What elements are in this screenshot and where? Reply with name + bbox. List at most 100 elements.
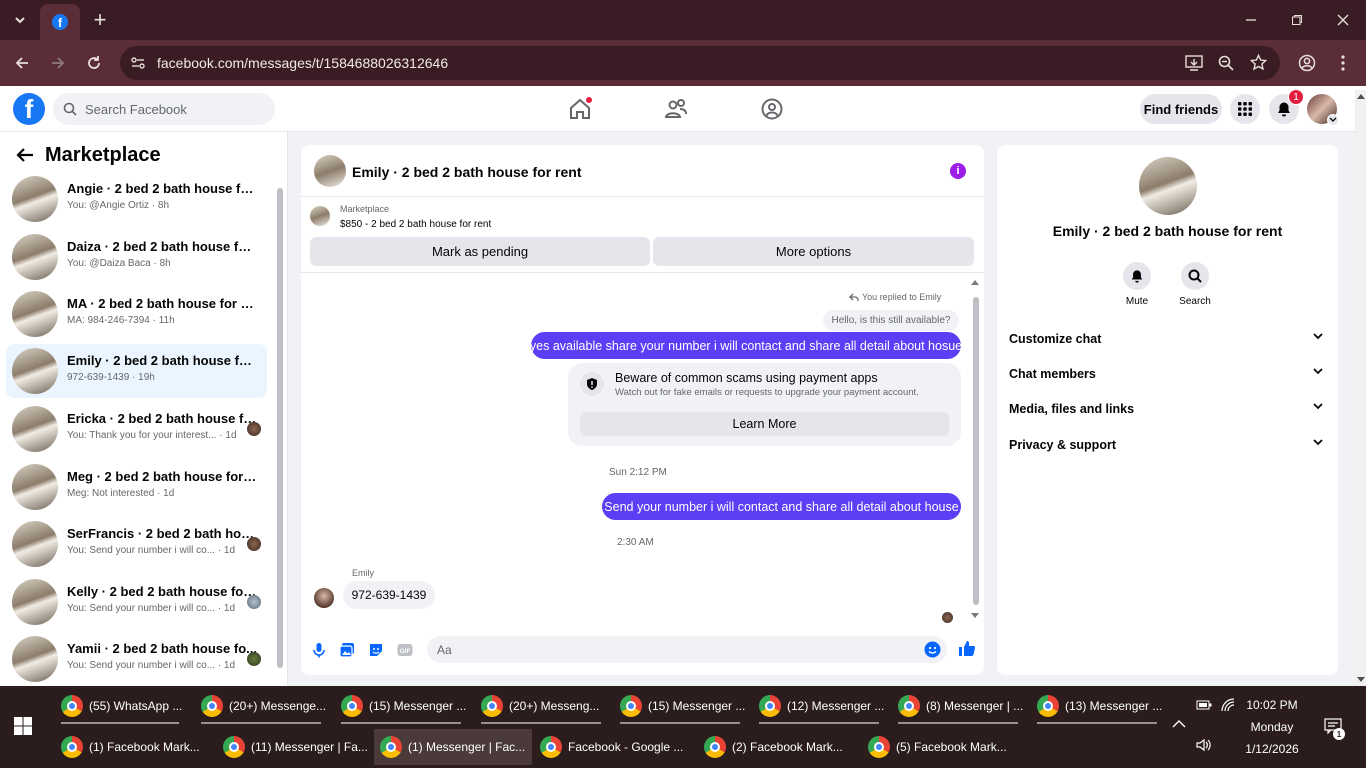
conversation-item[interactable]: Ericka · 2 bed 2 bath house fo... You: T… [6,402,267,456]
outgoing-message[interactable]: Send your number i will contact and shar… [602,493,961,520]
chat-members-section[interactable]: Chat members [1009,367,1329,381]
back-icon[interactable] [10,51,34,75]
seen-avatar [942,612,953,623]
conversation-item-active[interactable]: Emily · 2 bed 2 bath house for r... 972-… [6,344,267,398]
incoming-message[interactable]: 972-639-1439 [343,581,435,609]
forward-icon[interactable] [46,51,70,75]
page-scrollbar[interactable] [1355,90,1366,686]
taskbar-window[interactable]: (20+) Messeng... [475,688,607,724]
bookmark-star-icon[interactable] [1250,54,1267,71]
conversation-item[interactable]: Angie · 2 bed 2 bath house for r... You:… [6,172,267,226]
conversation-item[interactable]: MA · 2 bed 2 bath house for rent MA: 984… [6,287,267,341]
windows-start-icon[interactable] [14,717,32,735]
taskbar-window[interactable]: (55) WhatsApp ... [55,688,185,724]
mute-button[interactable]: Mute [1107,262,1167,307]
mark-pending-button[interactable]: Mark as pending [310,237,650,266]
groups-icon[interactable] [759,96,785,122]
search-in-chat-button[interactable]: Search [1165,262,1225,307]
chevron-up-icon[interactable] [1172,719,1190,737]
restore-icon[interactable] [1284,7,1310,33]
emoji-icon[interactable] [924,641,941,658]
conversation-preview: MA: 984-246-7394 · 11h [67,315,175,326]
message-input[interactable]: Aa [427,636,947,663]
close-icon[interactable] [1330,7,1356,33]
scroll-down-icon[interactable] [971,613,979,619]
microphone-icon[interactable] [310,641,328,659]
conversation-item[interactable]: Kelly · 2 bed 2 bath house for... You: S… [6,575,267,629]
chat-avatar[interactable] [314,155,346,187]
chat-title[interactable]: Emily · 2 bed 2 bath house for rent [352,164,581,180]
friends-icon[interactable] [663,96,689,122]
outgoing-message[interactable]: yes available share your number i will c… [530,332,962,359]
svg-text:GIF: GIF [400,648,411,655]
new-tab-button[interactable]: + [87,7,113,33]
media-files-links-section[interactable]: Media, files and links [1009,402,1329,416]
taskbar-window[interactable]: (8) Messenger | ... [892,688,1024,724]
back-arrow-icon[interactable] [14,144,36,166]
chat-panel: Emily · 2 bed 2 bath house for rent i Ma… [301,145,984,675]
reply-note: You replied to Emily [849,292,941,302]
profile-icon[interactable] [1295,51,1319,75]
taskbar-window[interactable]: (20+) Messenge... [195,688,327,724]
photo-icon[interactable] [338,641,356,659]
seen-avatar [247,422,261,436]
conversation-item[interactable]: Daiza · 2 bed 2 bath house for r... You:… [6,230,267,284]
taskbar-window[interactable]: (11) Messenger | Fa... [217,729,372,765]
scroll-down-icon[interactable] [1357,677,1365,683]
search-input[interactable]: Search Facebook [53,93,275,125]
clock-time: 10:02 PM [1246,698,1298,712]
info-icon[interactable]: i [950,163,966,179]
taskbar-label: (2) Facebook Mark... [732,740,843,754]
quoted-message[interactable]: Hello, is this still available? [823,310,959,331]
volume-icon[interactable] [1196,738,1214,756]
taskbar-window[interactable]: (15) Messenger ... [335,688,467,724]
menu-grid-icon[interactable] [1230,94,1260,124]
sticker-icon[interactable] [367,641,385,659]
scroll-up-icon[interactable] [971,279,979,285]
conversation-preview: You: Send your number i will co... · 1d [67,660,236,671]
conversation-preview: You: Send your number i will co... · 1d [67,545,236,556]
system-clock[interactable]: 10:02 PM Monday 1/12/2026 [1230,694,1314,760]
privacy-support-section[interactable]: Privacy & support [1009,438,1329,452]
menu-kebab-icon[interactable] [1331,51,1355,75]
facebook-logo[interactable]: f [13,93,45,125]
taskbar-label: (1) Messenger | Fac... [408,740,526,754]
account-avatar[interactable] [1307,94,1339,126]
like-thumb-icon[interactable] [957,639,976,657]
taskbar-window[interactable]: (1) Facebook Mark... [55,729,215,765]
install-app-icon[interactable] [1185,55,1203,71]
taskbar-window[interactable]: (2) Facebook Mark... [698,729,858,765]
more-options-button[interactable]: More options [653,237,974,266]
chat-scrollbar[interactable] [973,297,979,605]
taskbar-window-active[interactable]: (1) Messenger | Fac... [374,729,532,765]
conversation-item[interactable]: Yamii · 2 bed 2 bath house fo... You: Se… [6,632,267,686]
sender-avatar[interactable] [314,588,334,608]
learn-more-button[interactable]: Learn More [580,412,949,436]
scroll-up-icon[interactable] [1357,93,1365,99]
url-text[interactable]: facebook.com/messages/t/1584688026312646 [157,55,448,71]
home-icon[interactable] [567,96,593,122]
search-icon [63,102,77,116]
minimize-icon[interactable] [1238,7,1264,33]
taskbar-window[interactable]: (5) Facebook Mark... [862,729,1022,765]
chevron-down-icon[interactable] [1327,114,1339,126]
conversation-item[interactable]: Meg · 2 bed 2 bath house for rent Meg: N… [6,460,267,514]
battery-icon[interactable] [1196,700,1214,718]
tab-search-icon[interactable] [7,7,33,33]
customize-chat-section[interactable]: Customize chat [1009,332,1329,346]
conversation-item[interactable]: SerFrancis · 2 bed 2 bath hou... You: Se… [6,517,267,571]
taskbar-window[interactable]: Facebook - Google ... [534,729,694,765]
taskbar-window[interactable]: (15) Messenger ... [614,688,746,724]
zoom-icon[interactable] [1218,55,1234,71]
reload-icon[interactable] [82,51,106,75]
find-friends-button[interactable]: Find friends [1140,94,1222,124]
address-bar[interactable]: facebook.com/messages/t/1584688026312646 [120,46,1280,80]
site-settings-icon[interactable] [130,55,146,71]
chat-header: Emily · 2 bed 2 bath house for rent i [301,145,984,197]
sidebar-scrollbar[interactable] [277,188,283,668]
profile-avatar[interactable] [1139,157,1197,215]
taskbar-window[interactable]: (12) Messenger ... [753,688,885,724]
taskbar-window[interactable]: (13) Messenger ... [1031,688,1163,724]
browser-tab-active[interactable]: f [40,4,80,40]
gif-icon[interactable]: GIF [396,641,414,659]
